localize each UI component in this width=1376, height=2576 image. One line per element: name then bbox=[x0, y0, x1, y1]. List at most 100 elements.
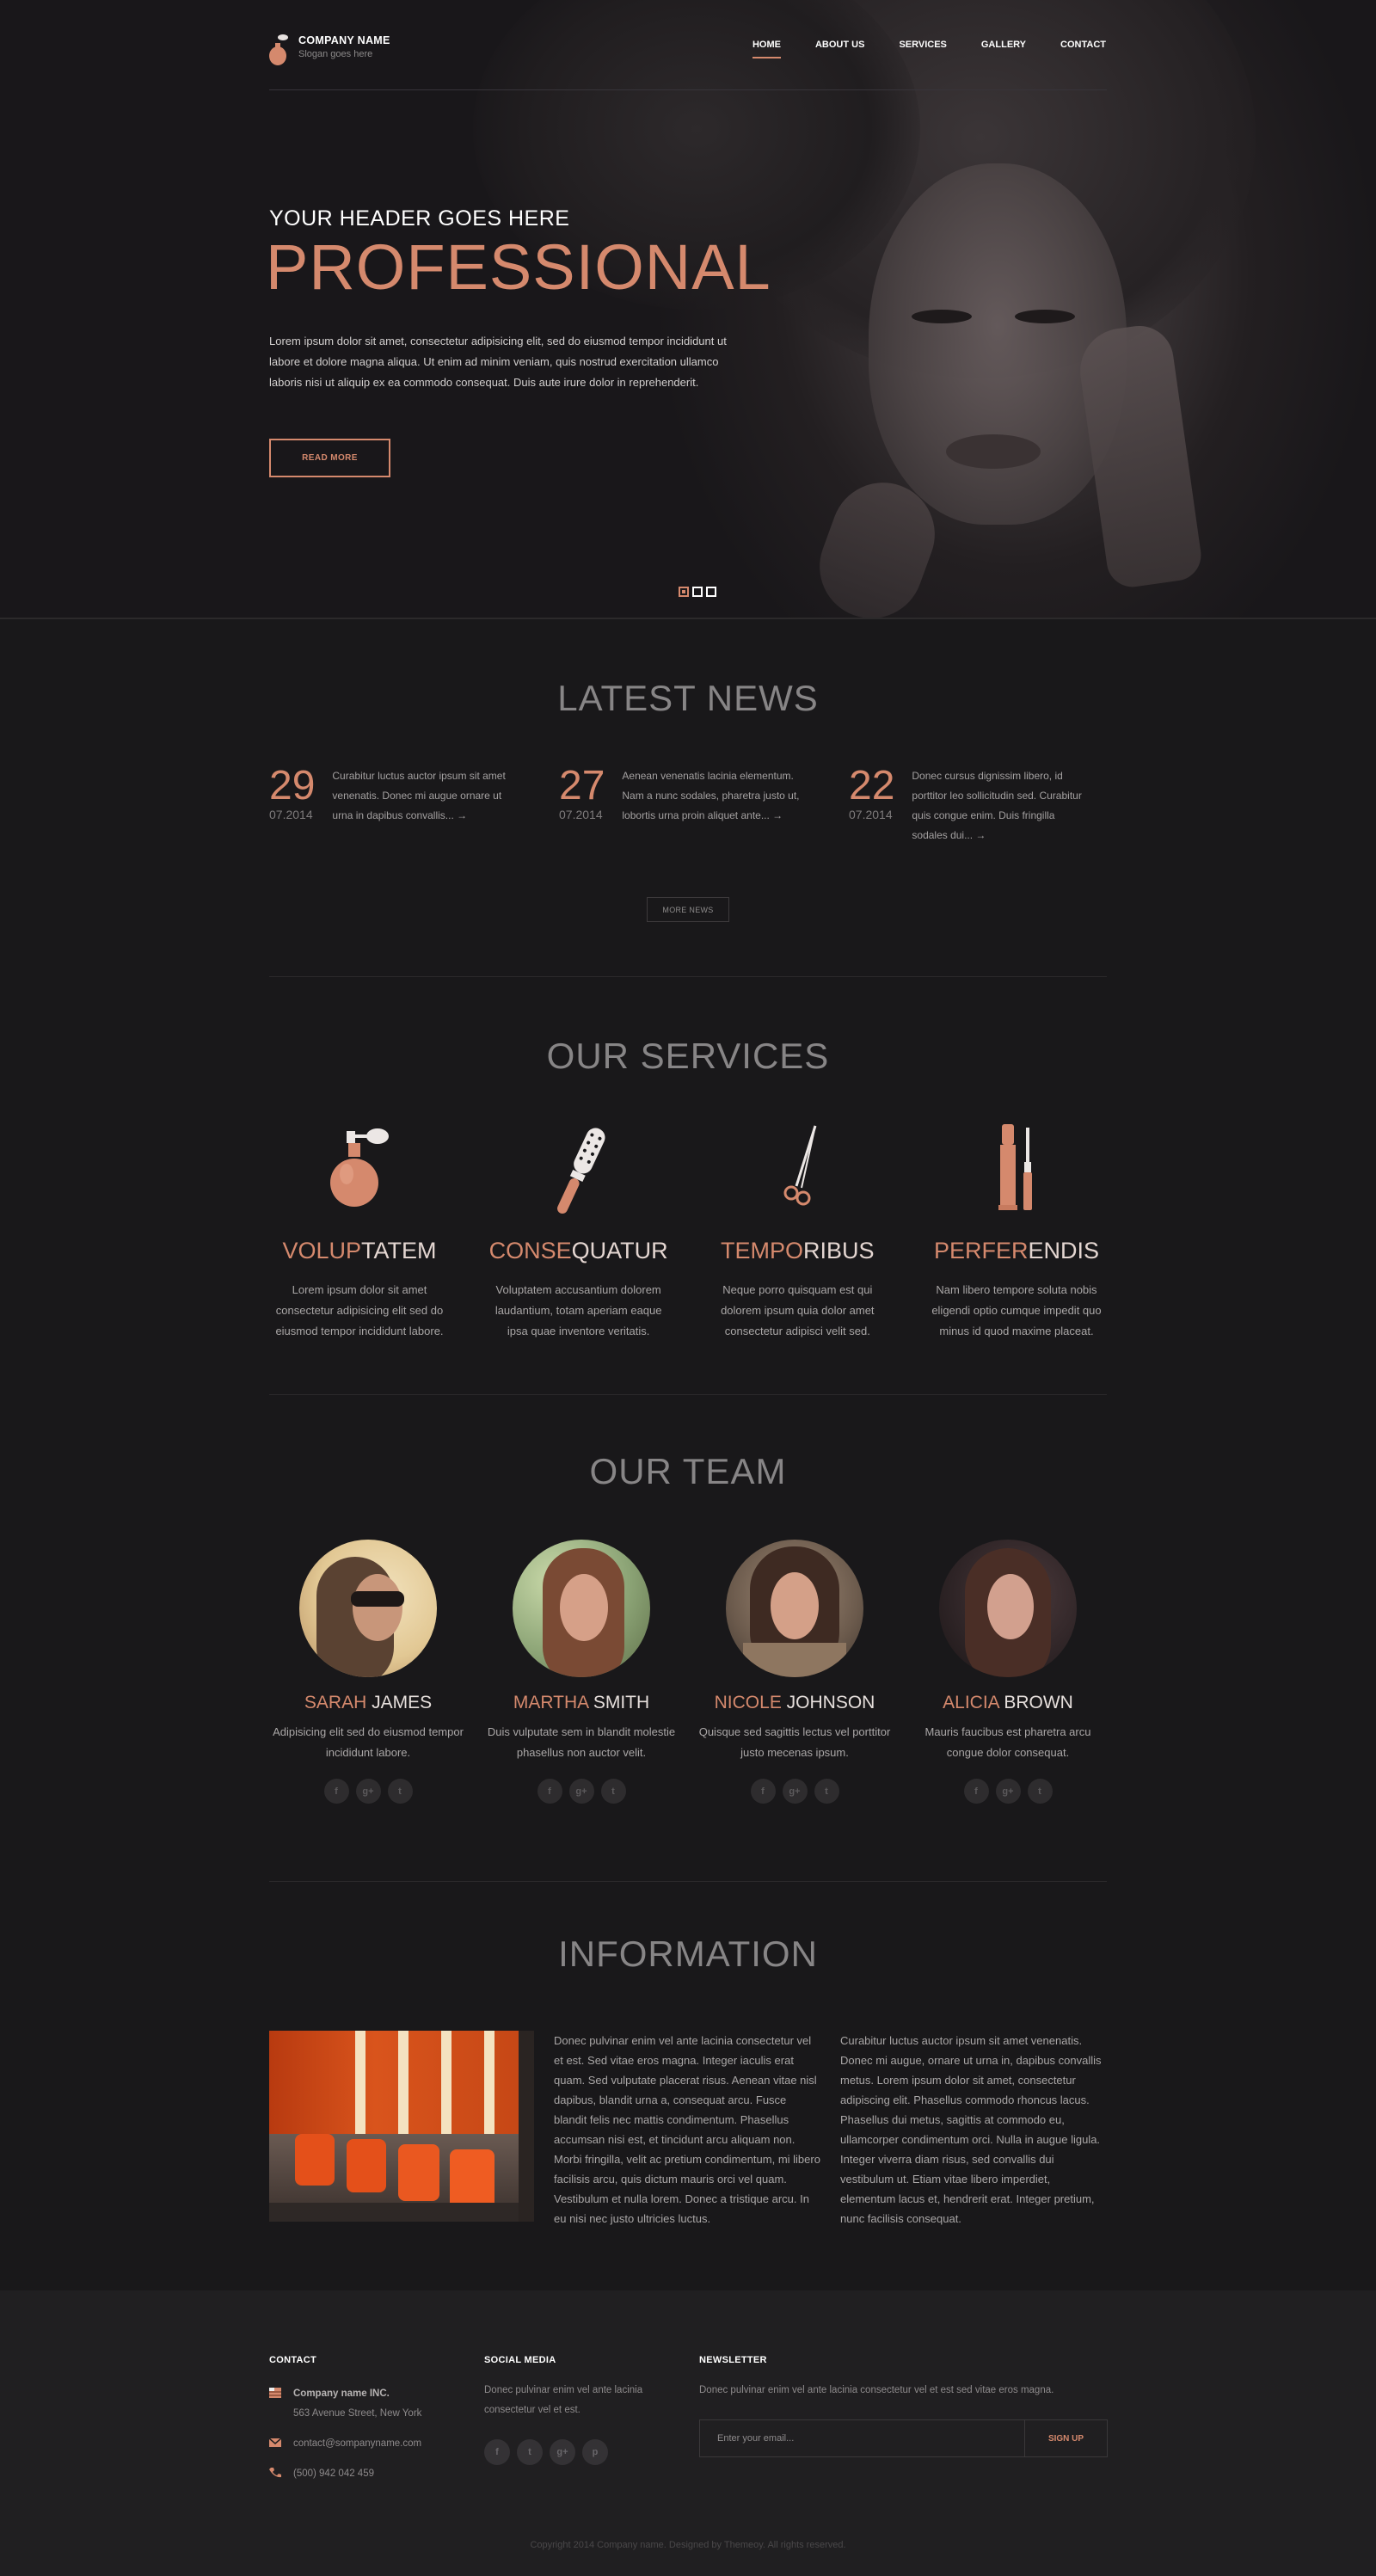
news-month: 07.2014 bbox=[269, 808, 313, 821]
nav-about-us[interactable]: ABOUT US bbox=[815, 40, 864, 50]
service-text: Nam libero tempore soluta nobis eligendi… bbox=[931, 1283, 1102, 1337]
hero-eye-right bbox=[1015, 310, 1075, 323]
twitter-icon[interactable]: t bbox=[387, 1779, 413, 1804]
footer-social: SOCIAL MEDIA Donec pulvinar enim vel ant… bbox=[484, 2355, 699, 2484]
footer-email[interactable]: contact@sompanyname.com bbox=[293, 2434, 421, 2454]
google-plus-icon[interactable]: g+ bbox=[550, 2439, 575, 2465]
sign-up-button[interactable]: SIGN UP bbox=[1024, 2420, 1107, 2456]
avatar[interactable] bbox=[299, 1540, 437, 1677]
twitter-icon[interactable]: t bbox=[1027, 1779, 1053, 1804]
footer-address: 563 Avenue Street, New York bbox=[293, 2408, 422, 2419]
footer-social-icons: f t g+ p bbox=[484, 2439, 699, 2465]
facebook-icon[interactable]: f bbox=[750, 1779, 776, 1804]
nav-services[interactable]: SERVICES bbox=[899, 40, 946, 50]
footer-phone: (500) 942 042 459 bbox=[293, 2468, 374, 2479]
slide-dot-3[interactable] bbox=[706, 587, 716, 597]
latest-news-title: LATEST NEWS bbox=[557, 678, 819, 718]
footer-social-title: SOCIAL MEDIA bbox=[484, 2355, 556, 2365]
nav-home[interactable]: HOME bbox=[752, 40, 781, 58]
avatar[interactable] bbox=[939, 1540, 1077, 1677]
service-title: PERFERENDIS bbox=[933, 1238, 1099, 1263]
member-name: MARTHA SMITH bbox=[513, 1693, 650, 1712]
hero-section: COMPANY NAME Slogan goes here HOME ABOUT… bbox=[0, 0, 1376, 619]
google-plus-icon[interactable]: g+ bbox=[355, 1779, 381, 1804]
slide-dot-1[interactable] bbox=[679, 587, 689, 597]
hero-subheading: YOUR HEADER GOES HERE bbox=[269, 206, 570, 231]
phone-icon bbox=[269, 2468, 281, 2478]
member-name: SARAH JAMES bbox=[304, 1693, 433, 1712]
facebook-icon[interactable]: f bbox=[963, 1779, 989, 1804]
more-news-button[interactable]: MORE NEWS bbox=[647, 897, 729, 922]
hero-text: Lorem ipsum dolor sit amet, consectetur … bbox=[269, 335, 727, 389]
news-date: 29 07.2014 bbox=[269, 765, 315, 845]
site-header: COMPANY NAME Slogan goes here HOME ABOUT… bbox=[0, 0, 1376, 90]
footer-contact: CONTACT Company name INC. 563 Avenue Str… bbox=[269, 2355, 484, 2484]
facebook-icon[interactable]: f bbox=[537, 1779, 562, 1804]
team-member[interactable]: MARTHA SMITH Duis vulputate sem in bland… bbox=[482, 1540, 680, 1804]
team-section: OUR TEAM SARAH JAMES Adipisicing elit se… bbox=[0, 1395, 1376, 1881]
google-plus-icon[interactable]: g+ bbox=[782, 1779, 808, 1804]
footer-contact-title: CONTACT bbox=[269, 2355, 317, 2365]
logo[interactable]: COMPANY NAME Slogan goes here bbox=[269, 34, 390, 65]
member-bio: Duis vulputate sem in blandit molestie p… bbox=[487, 1725, 676, 1759]
footer-newsletter: NEWSLETTER Donec pulvinar enim vel ante … bbox=[699, 2355, 1108, 2484]
service-text: Lorem ipsum dolor sit amet consectetur a… bbox=[275, 1283, 444, 1337]
news-excerpt[interactable]: Aenean venenatis lacinia elementum. Nam … bbox=[622, 766, 802, 845]
header-divider bbox=[269, 89, 1107, 90]
salon-interior-image bbox=[269, 2031, 534, 2222]
pinterest-icon[interactable]: p bbox=[582, 2439, 608, 2465]
facebook-icon[interactable]: f bbox=[484, 2439, 510, 2465]
news-date: 27 07.2014 bbox=[559, 763, 605, 845]
avatar[interactable] bbox=[726, 1540, 863, 1677]
slide-dot-2[interactable] bbox=[692, 587, 703, 597]
service-item[interactable]: TEMPORIBUS Neque porro quisquam est qui … bbox=[707, 1124, 888, 1342]
service-item[interactable]: PERFERENDIS Nam libero tempore soluta no… bbox=[926, 1124, 1107, 1342]
news-excerpt[interactable]: Curabitur luctus auctor ipsum sit amet v… bbox=[332, 766, 513, 845]
google-plus-icon[interactable]: g+ bbox=[995, 1779, 1021, 1804]
member-bio: Adipisicing elit sed do eiusmod tempor i… bbox=[273, 1725, 464, 1759]
perfume-bottle-icon bbox=[269, 1124, 450, 1219]
member-bio: Quisque sed sagittis lectus vel porttito… bbox=[698, 1725, 891, 1759]
twitter-icon[interactable]: t bbox=[517, 2439, 543, 2465]
company-name: COMPANY NAME bbox=[298, 34, 390, 46]
twitter-icon[interactable]: t bbox=[814, 1779, 839, 1804]
team-title: OUR TEAM bbox=[589, 1451, 787, 1491]
google-plus-icon[interactable]: g+ bbox=[568, 1779, 594, 1804]
main-nav: HOME ABOUT US SERVICES GALLERY CONTACT bbox=[752, 40, 1106, 58]
newsletter-form: Enter your email... SIGN UP bbox=[699, 2419, 1108, 2457]
service-title: VOLUPTATEM bbox=[282, 1238, 437, 1263]
newsletter-email-input[interactable]: Enter your email... bbox=[700, 2420, 1024, 2456]
news-day: 27 bbox=[559, 763, 605, 808]
news-excerpt[interactable]: Donec cursus dignissim libero, id portti… bbox=[912, 766, 1092, 845]
member-name: NICOLE JOHNSON bbox=[714, 1693, 875, 1712]
team-member[interactable]: ALICIA BROWN Mauris faucibus est pharetr… bbox=[909, 1540, 1107, 1804]
hair-brush-icon bbox=[488, 1124, 669, 1219]
information-column-1: Donec pulvinar enim vel ante lacinia con… bbox=[554, 2034, 820, 2225]
news-item[interactable]: 27 07.2014 Aenean venenatis lacinia elem… bbox=[559, 763, 817, 845]
news-item[interactable]: 29 07.2014 Curabitur luctus auctor ipsum… bbox=[269, 765, 527, 845]
service-item[interactable]: VOLUPTATEM Lorem ipsum dolor sit amet co… bbox=[269, 1124, 450, 1342]
copyright: Copyright 2014 Company name. Designed by… bbox=[530, 2540, 846, 2550]
information-section: INFORMATION Donec pulvinar enim vel ante… bbox=[0, 1882, 1376, 2229]
perfume-logo-icon bbox=[269, 34, 288, 65]
member-name: ALICIA BROWN bbox=[943, 1693, 1073, 1712]
nav-gallery[interactable]: GALLERY bbox=[981, 40, 1026, 50]
latest-news-section: LATEST NEWS 29 07.2014 Curabitur luctus … bbox=[0, 619, 1376, 976]
member-socials: f g+ t bbox=[269, 1779, 467, 1804]
services-list: VOLUPTATEM Lorem ipsum dolor sit amet co… bbox=[269, 1124, 1107, 1342]
team-member[interactable]: NICOLE JOHNSON Quisque sed sagittis lect… bbox=[696, 1540, 894, 1804]
information-column-2: Curabitur luctus auctor ipsum sit amet v… bbox=[840, 2034, 1102, 2225]
avatar[interactable] bbox=[513, 1540, 650, 1677]
facebook-icon[interactable]: f bbox=[323, 1779, 349, 1804]
twitter-icon[interactable]: t bbox=[600, 1779, 626, 1804]
footer-social-text: Donec pulvinar enim vel ante lacinia con… bbox=[484, 2385, 643, 2415]
read-more-button[interactable]: READ MORE bbox=[269, 439, 390, 477]
hero-hand bbox=[1074, 321, 1205, 591]
team-member[interactable]: SARAH JAMES Adipisicing elit sed do eius… bbox=[269, 1540, 467, 1804]
news-item[interactable]: 22 07.2014 Donec cursus dignissim libero… bbox=[849, 763, 1107, 845]
service-text: Neque porro quisquam est qui dolorem ips… bbox=[721, 1283, 875, 1337]
service-item[interactable]: CONSEQUATUR Voluptatem accusantium dolor… bbox=[488, 1124, 669, 1342]
nav-contact[interactable]: CONTACT bbox=[1060, 40, 1106, 50]
services-section: OUR SERVICES VOLUPTATEM Lorem ipsum dolo… bbox=[0, 977, 1376, 1394]
news-day: 22 bbox=[849, 763, 895, 808]
